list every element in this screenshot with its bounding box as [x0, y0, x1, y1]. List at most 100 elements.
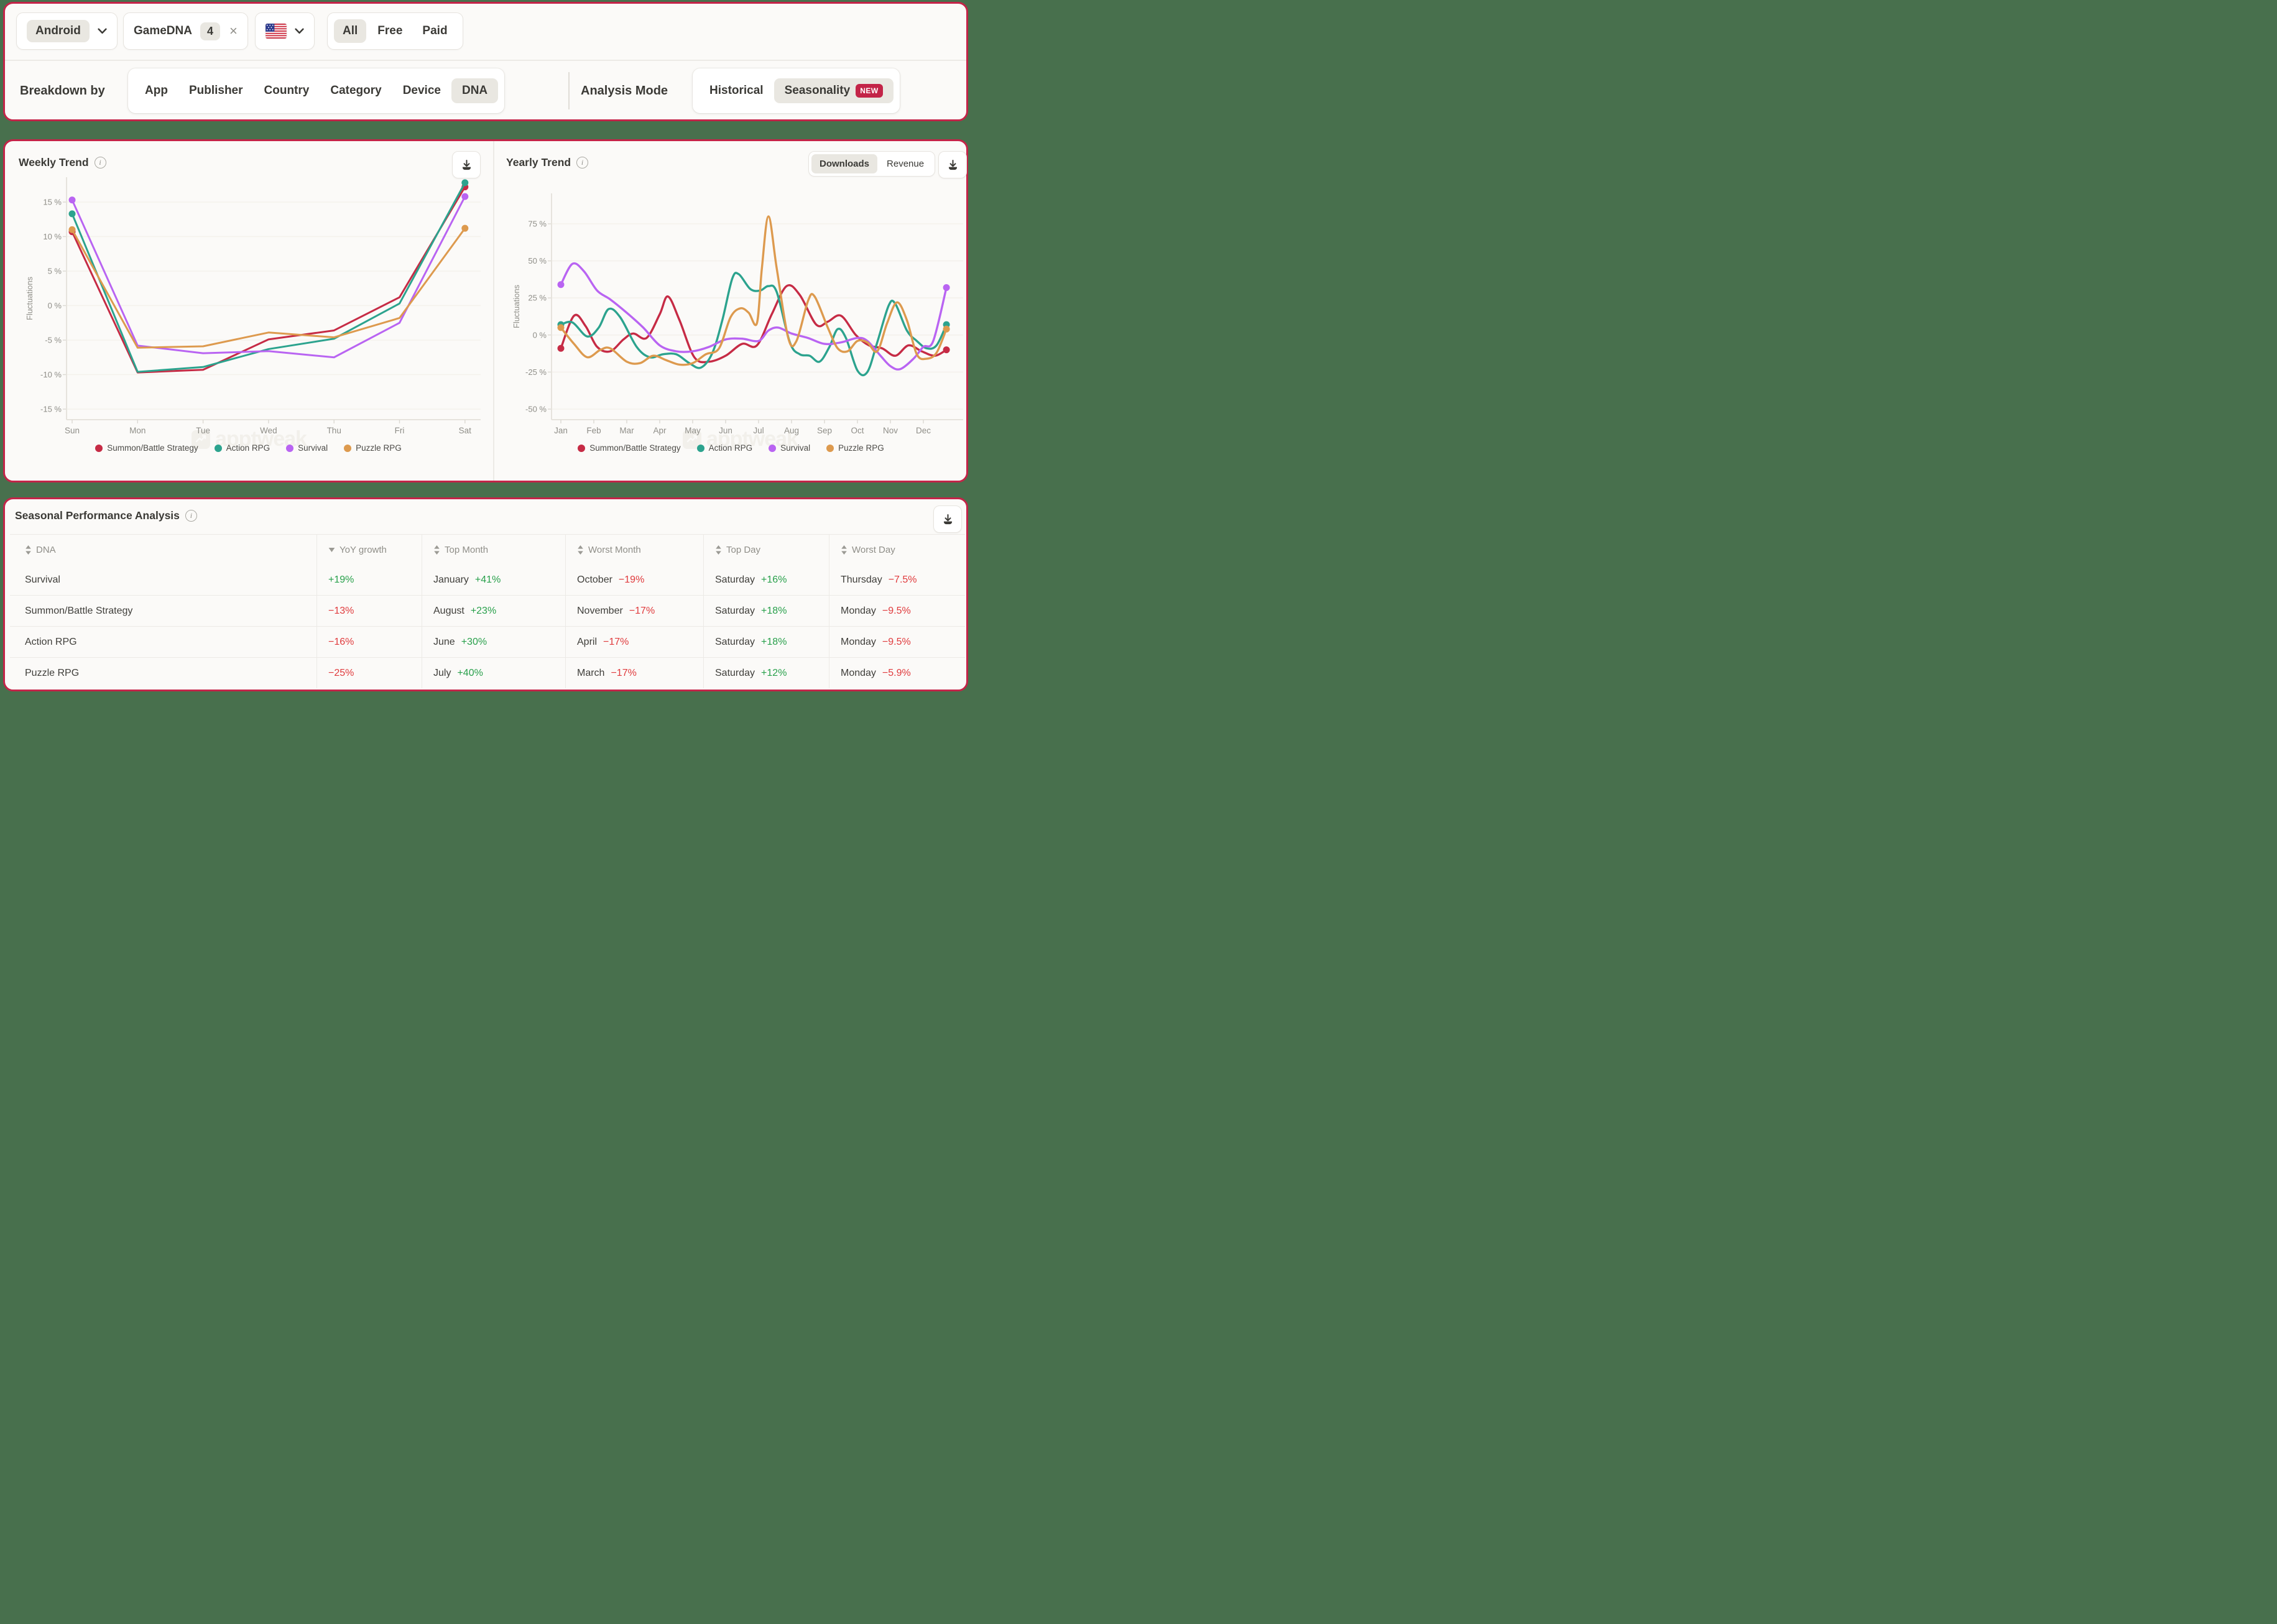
legend-label: Summon/Battle Strategy	[589, 443, 680, 453]
info-icon[interactable]: i	[576, 157, 588, 168]
top_day-name: Saturday	[715, 637, 755, 648]
yearly-legend: Summon/Battle StrategyAction RPGSurvival…	[493, 443, 969, 453]
worst_month-value: −17%	[629, 606, 655, 617]
seasonal-performance-table: DNAYoY growth Top Month Worst Month Top Day…	[10, 534, 965, 688]
country-dropdown[interactable]	[255, 12, 315, 50]
yoy-value: −25%	[328, 668, 354, 679]
info-icon[interactable]: i	[185, 510, 197, 522]
cell-yoy-growth: −16%	[316, 627, 422, 657]
column-header-worst-day[interactable]: Worst Day	[829, 535, 965, 565]
cell-worst-month: April−17%	[565, 627, 703, 657]
dna-count-badge: 4	[200, 22, 220, 40]
top_month-value: +30%	[461, 637, 487, 648]
legend-label: Survival	[298, 443, 328, 453]
worst_month-name: October	[577, 574, 612, 586]
column-header-yoy-growth[interactable]: YoY growth	[316, 535, 422, 565]
column-label: Worst Month	[588, 545, 641, 555]
svg-text:5 %: 5 %	[48, 267, 62, 276]
worst_day-name: Thursday	[841, 574, 882, 586]
price-option-all[interactable]: All	[334, 19, 366, 43]
yoy-value: −16%	[328, 637, 354, 648]
toggle-downloads[interactable]: Downloads	[811, 154, 877, 173]
column-header-top-month[interactable]: Top Month	[422, 535, 565, 565]
legend-item-action-rpg: Action RPG	[697, 443, 753, 453]
svg-text:Thu: Thu	[327, 426, 341, 435]
cell-worst-day: Monday −9.5%	[829, 627, 965, 657]
column-header-worst-month[interactable]: Worst Month	[565, 535, 703, 565]
svg-text:0 %: 0 %	[533, 330, 547, 339]
top_day-value: +16%	[761, 574, 787, 586]
worst_month-name: April	[577, 637, 597, 648]
platform-dropdown[interactable]: Android	[16, 12, 118, 50]
price-option-paid[interactable]: Paid	[413, 19, 456, 43]
cell-worst-day: Thursday −7.5%	[829, 565, 965, 595]
tab-device[interactable]: Device	[392, 78, 451, 103]
tab-publisher[interactable]: Publisher	[178, 78, 254, 103]
worst_day-name: Monday	[841, 668, 876, 679]
svg-text:Fluctuations: Fluctuations	[512, 284, 521, 328]
price-option-free[interactable]: Free	[369, 19, 411, 43]
svg-text:May: May	[685, 426, 701, 435]
cell-worst-month: October−19%	[565, 565, 703, 595]
top_month-name: January	[433, 574, 469, 586]
cell-top-day: Saturday+12%	[703, 658, 829, 688]
svg-text:75 %: 75 %	[528, 219, 547, 229]
legend-dot	[215, 445, 222, 452]
info-icon[interactable]: i	[95, 157, 106, 168]
tab-country[interactable]: Country	[254, 78, 320, 103]
toggle-revenue[interactable]: Revenue	[879, 154, 932, 173]
column-header-dna[interactable]: DNA	[10, 535, 316, 565]
svg-text:Nov: Nov	[883, 426, 898, 435]
cell-top-month: August+23%	[422, 596, 565, 626]
worst_month-value: −17%	[611, 668, 636, 679]
downloads-revenue-toggle: DownloadsRevenue	[808, 151, 935, 177]
worst_day-name: Monday	[841, 606, 876, 617]
download-icon	[460, 159, 473, 172]
tab-dna[interactable]: DNA	[451, 78, 498, 103]
worst_day-value: −9.5%	[882, 637, 911, 648]
top_day-name: Saturday	[715, 606, 755, 617]
column-header-top-day[interactable]: Top Day	[703, 535, 829, 565]
cell-top-day: Saturday+16%	[703, 565, 829, 595]
worst_day-name: Monday	[841, 637, 876, 648]
svg-text:10 %: 10 %	[43, 232, 62, 241]
top_day-value: +18%	[761, 606, 787, 617]
cell-dna: Summon/Battle Strategy	[10, 596, 316, 626]
charts-card: apptweak apptweak 15 %10 %5 %0 %-5 %-10 …	[3, 139, 968, 482]
close-icon[interactable]: ×	[229, 23, 238, 39]
weekly-trend-title: Weekly Trend	[19, 156, 89, 169]
svg-text:Jul: Jul	[753, 426, 764, 435]
tab-seasonality[interactable]: SeasonalityNEW	[774, 78, 894, 103]
column-label: Top Month	[445, 545, 488, 555]
download-table-button[interactable]	[933, 505, 962, 533]
svg-text:Jan: Jan	[554, 426, 568, 435]
yearly-trend-title: Yearly Trend	[506, 156, 571, 169]
download-icon	[941, 513, 954, 526]
tab-category[interactable]: Category	[320, 78, 392, 103]
cell-worst-month: November−17%	[565, 596, 703, 626]
cell-top-month: January+41%	[422, 565, 565, 595]
legend-label: Puzzle RPG	[838, 443, 884, 453]
tab-app[interactable]: App	[134, 78, 178, 103]
table-row: Action RPG −16% June +30% April−17%Saturday+…	[10, 626, 965, 657]
legend-label: Action RPG	[709, 443, 753, 453]
cell-dna: Action RPG	[10, 627, 316, 657]
sort-icon	[841, 545, 848, 555]
sort-icon	[715, 545, 722, 555]
download-yearly-button[interactable]	[938, 151, 967, 178]
legend-item-action-rpg: Action RPG	[215, 443, 270, 453]
top_month-value: +40%	[457, 668, 483, 679]
cell-top-day: Saturday+18%	[703, 627, 829, 657]
worst_day-value: −5.9%	[882, 668, 911, 679]
worst_day-value: −7.5%	[889, 574, 917, 586]
seasonal-analysis-card: Seasonal Performance Analysis i DNAYoY g…	[3, 497, 968, 691]
cell-worst-day: Monday −5.9%	[829, 658, 965, 688]
gamedna-filter[interactable]: GameDNA 4 ×	[123, 12, 248, 50]
legend-dot	[578, 445, 585, 452]
download-weekly-button[interactable]	[452, 151, 481, 178]
tab-historical[interactable]: Historical	[699, 78, 774, 103]
top_month-name: June	[433, 637, 455, 648]
svg-text:-15 %: -15 %	[40, 405, 62, 414]
legend-item-survival: Survival	[286, 443, 328, 453]
filter-row-divider	[5, 60, 966, 61]
